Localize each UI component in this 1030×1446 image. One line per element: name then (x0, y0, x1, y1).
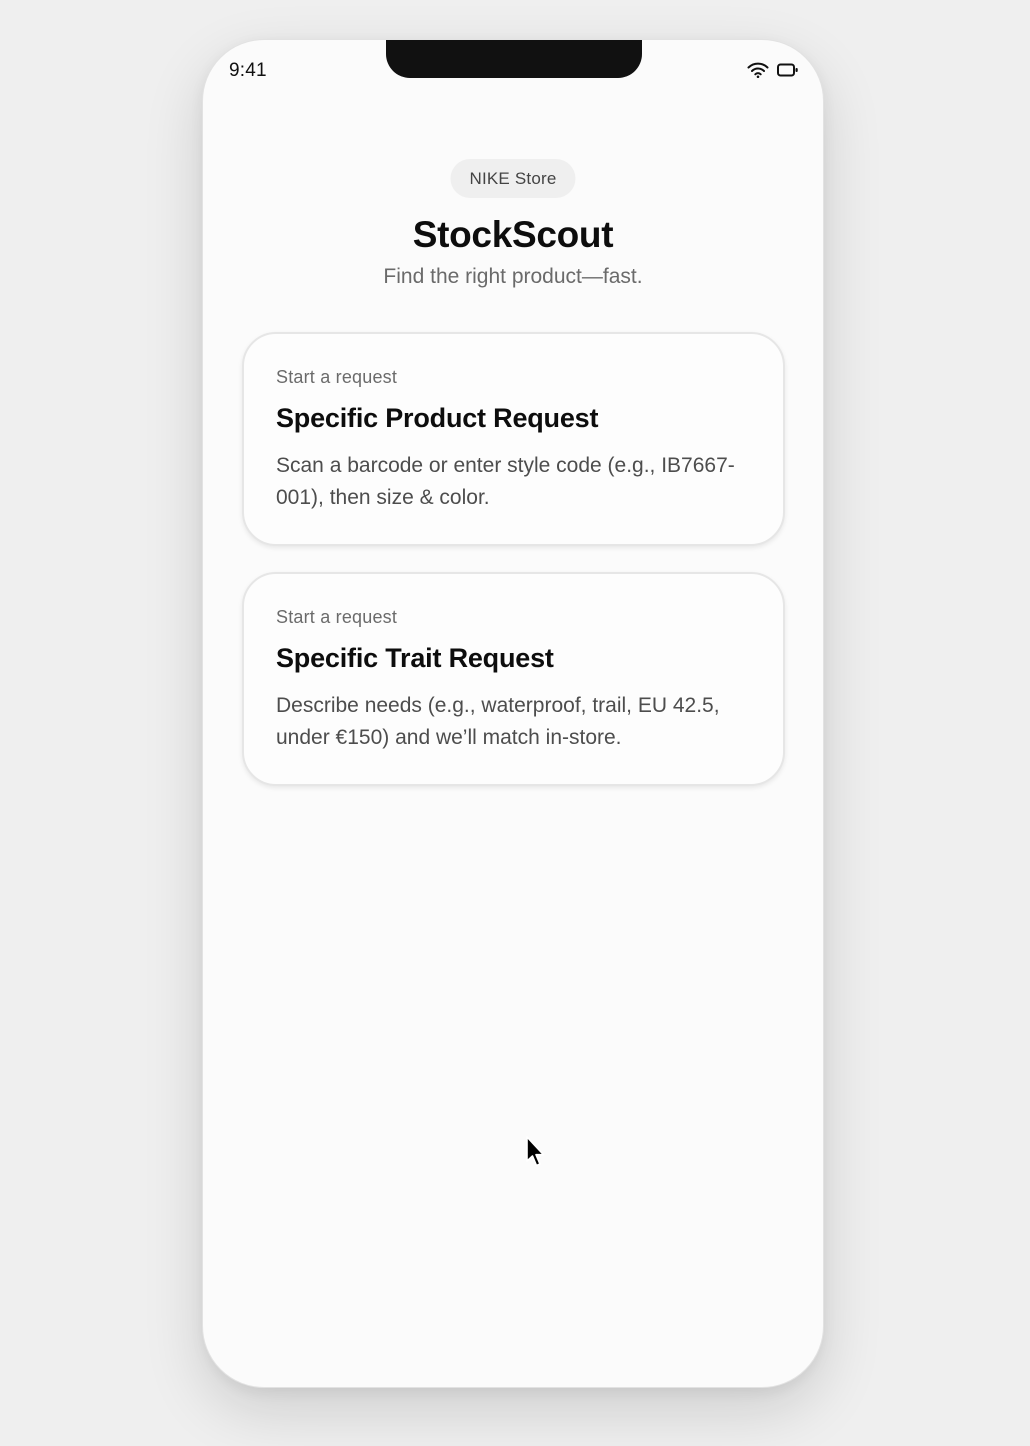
mouse-pointer-icon (525, 1136, 549, 1172)
wifi-icon (747, 62, 769, 83)
card-description: Scan a barcode or enter style code (e.g.… (276, 454, 735, 509)
card-title: Specific Trait Request (276, 643, 554, 673)
status-icons (747, 62, 799, 83)
card-description: Describe needs (e.g., waterproof, trail,… (276, 694, 720, 749)
specific-product-request-card[interactable]: Start a request Specific Product Request… (242, 332, 785, 546)
phone-frame: 9:41 NIKE Store StockScout Find the righ… (202, 39, 824, 1388)
specific-trait-request-card[interactable]: Start a request Specific Trait Request D… (242, 572, 785, 786)
card-eyebrow: Start a request (276, 367, 398, 387)
card-eyebrow: Start a request (276, 607, 398, 627)
app-title: StockScout (412, 214, 614, 255)
store-badge: NIKE Store (450, 159, 576, 198)
device-notch (386, 40, 642, 78)
status-time: 9:41 (229, 60, 267, 81)
app-subtitle: Find the right product—fast. (383, 265, 643, 288)
battery-icon (777, 63, 799, 82)
card-title: Specific Product Request (276, 403, 599, 433)
